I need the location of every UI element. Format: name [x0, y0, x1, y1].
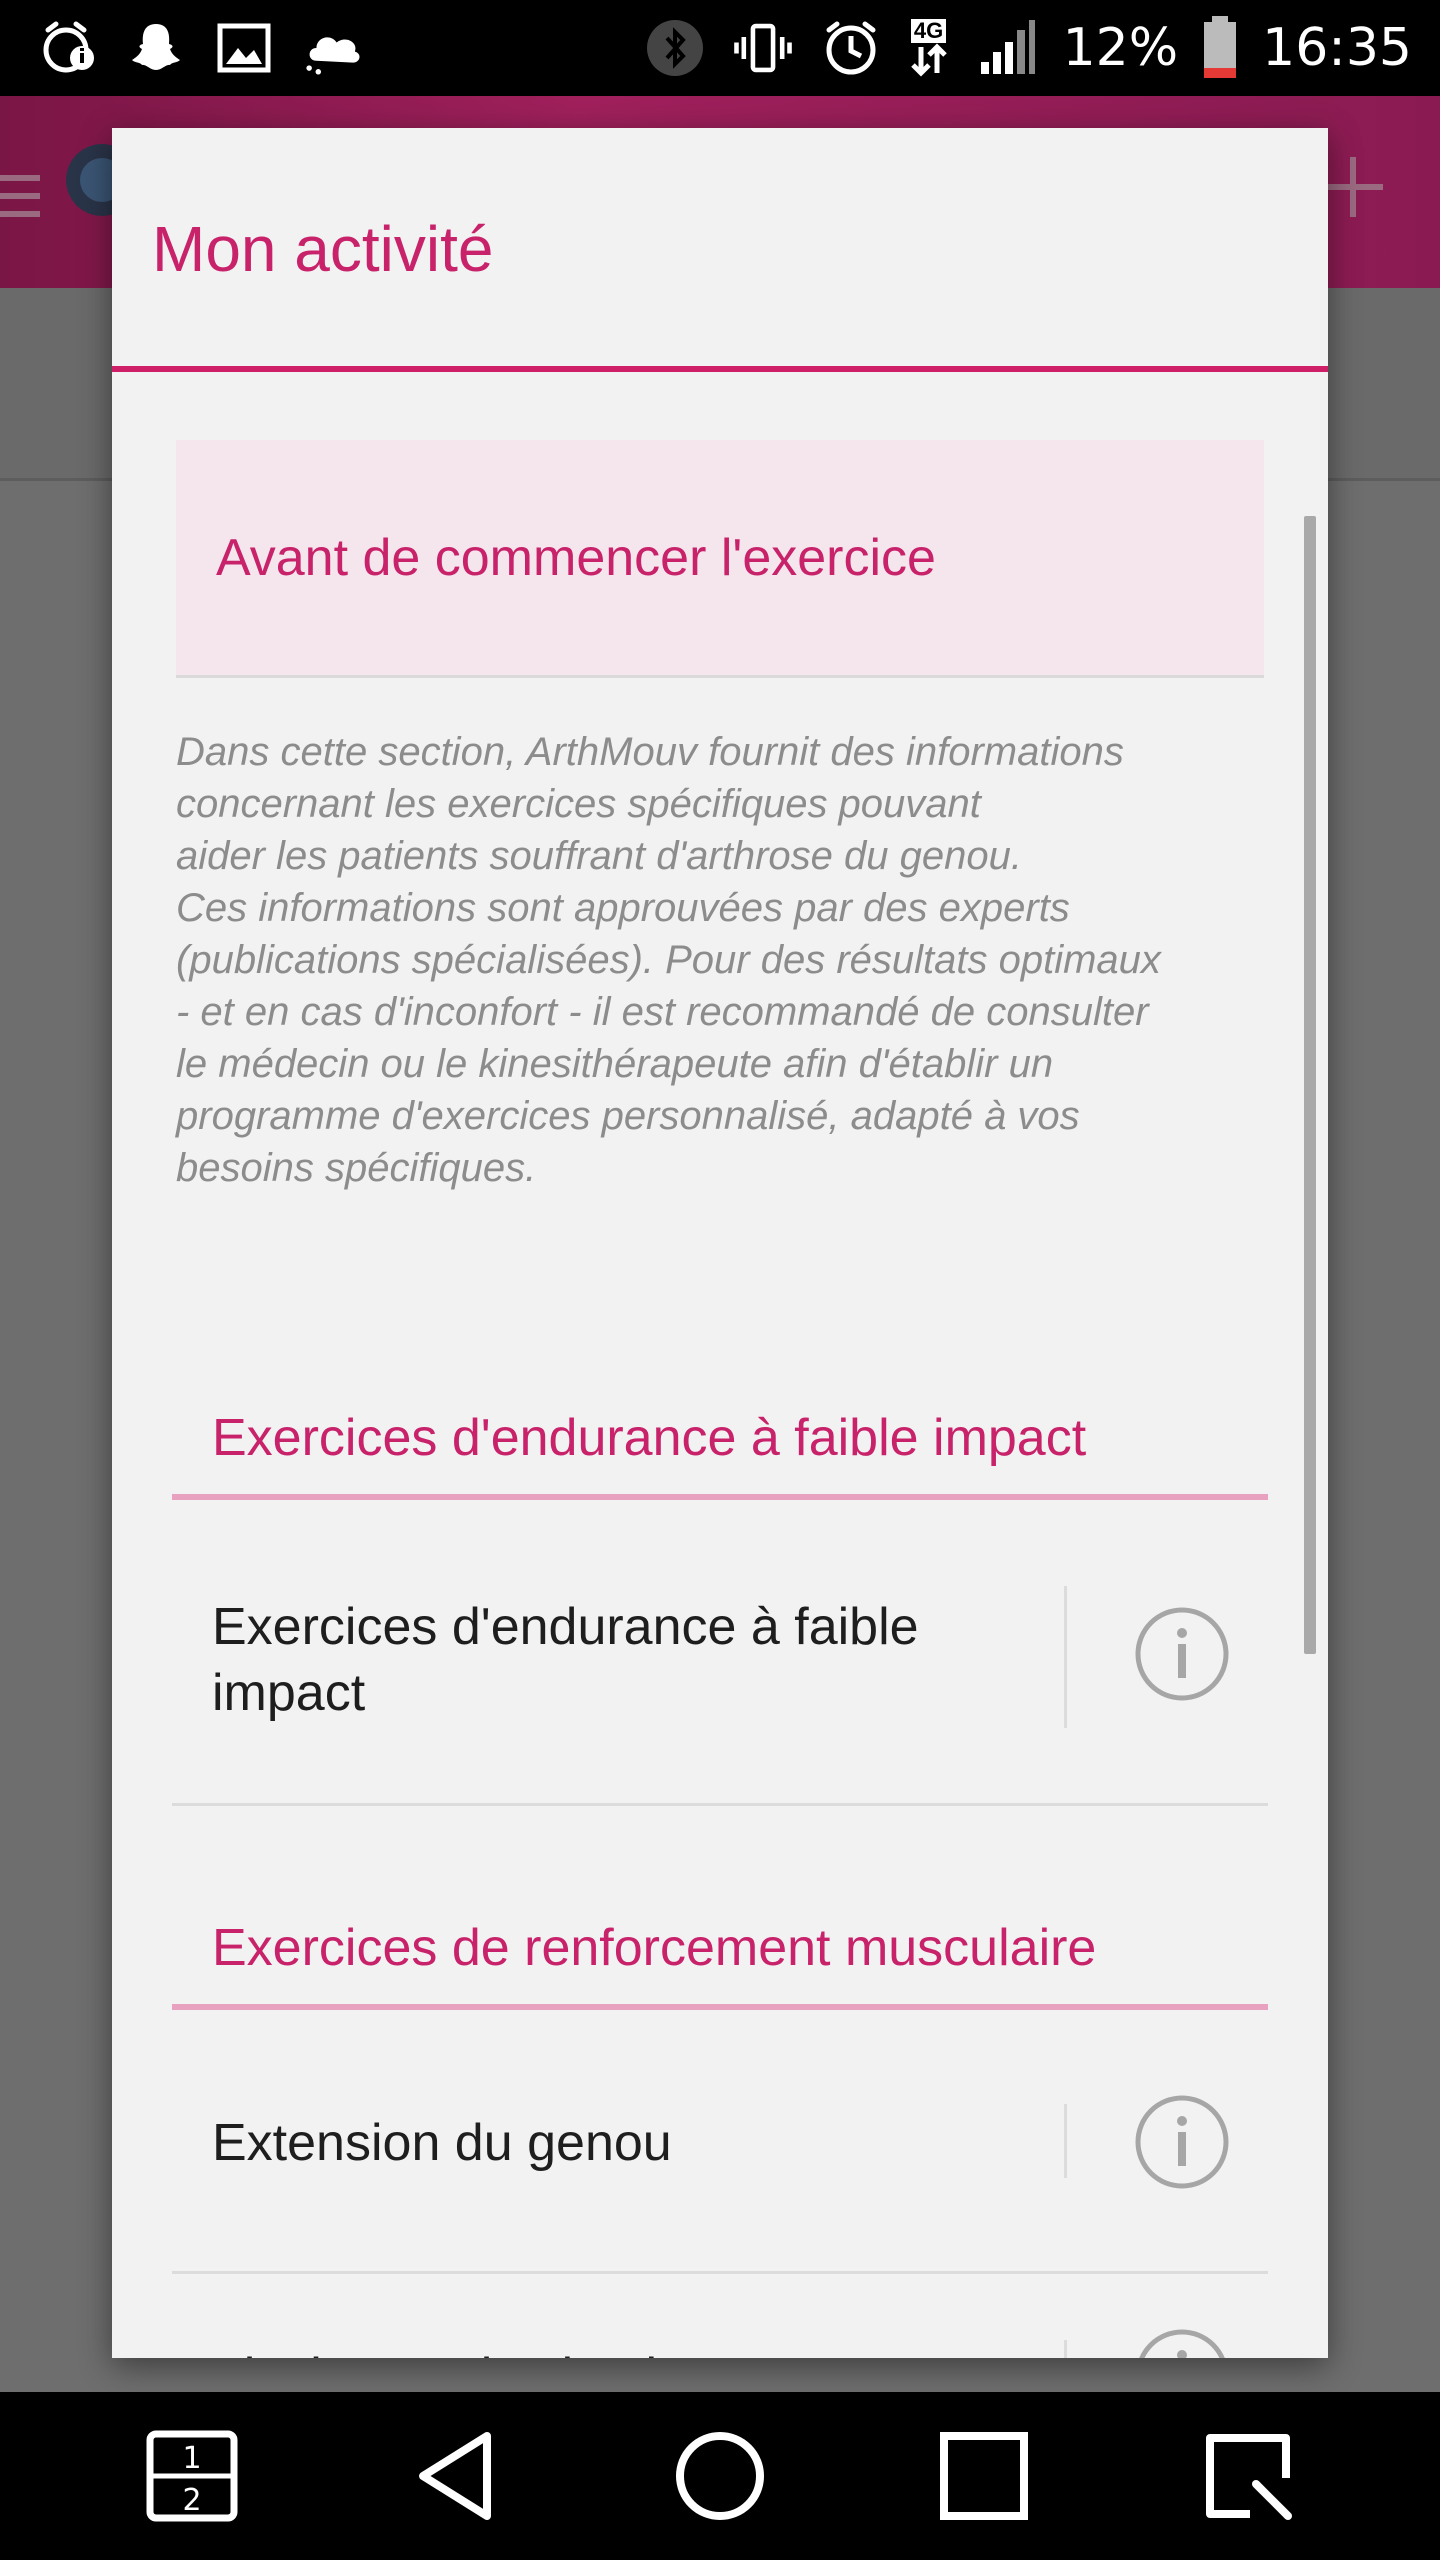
info-icon: [1135, 1607, 1229, 1701]
navigation-bar: 1 2: [0, 2392, 1440, 2560]
dual-window-icon: 1 2: [146, 2430, 238, 2522]
alarm-info-icon: [36, 16, 100, 80]
intro-banner[interactable]: Avant de commencer l'exercice: [176, 440, 1264, 678]
intro-banner-label: Avant de commencer l'exercice: [216, 528, 936, 587]
weather-icon: [300, 16, 364, 80]
data-arrows-icon: 4G: [907, 16, 951, 80]
battery-percent: 12%: [1062, 18, 1179, 78]
section-label: Exercices d'endurance à faible impact: [212, 1409, 1087, 1467]
activity-dialog: Mon activité Avant de commencer l'exerci…: [112, 128, 1328, 2358]
section-header-endurance: Exercices d'endurance à faible impact: [172, 1382, 1268, 1500]
exercise-name: Exercices d'endurance à faible impact: [212, 1598, 919, 1722]
section-label: Exercices de renforcement musculaire: [212, 1919, 1097, 1977]
info-icon: [1139, 2329, 1225, 2358]
status-bar-notifications: [36, 16, 364, 80]
bluetooth-icon: [643, 16, 707, 80]
dual-window-button[interactable]: 1 2: [137, 2421, 247, 2531]
back-button[interactable]: [401, 2421, 511, 2531]
dialog-title: Mon activité: [152, 213, 494, 285]
intro-description: Dans cette section, ArthMouv fournit des…: [176, 730, 1161, 1190]
signal-icon: [975, 16, 1039, 80]
recents-button[interactable]: [929, 2421, 1039, 2531]
row-divider: [1064, 2104, 1067, 2178]
exercise-name: Flexion sur les jambes: [212, 2344, 992, 2358]
capture-icon: [1206, 2434, 1292, 2520]
status-bar: 4G 12% 16:35: [0, 0, 1440, 96]
snapchat-icon: [124, 16, 188, 80]
info-button[interactable]: [1132, 2326, 1232, 2358]
gallery-icon: [212, 16, 276, 80]
home-button[interactable]: [665, 2421, 775, 2531]
alarm-icon: [819, 16, 883, 80]
vibrate-icon: [731, 16, 795, 80]
row-divider: [1064, 1586, 1067, 1728]
network-badge: 4G: [910, 19, 947, 43]
exercise-row[interactable]: Extension du genou: [172, 2010, 1268, 2274]
capture-button[interactable]: [1193, 2421, 1303, 2531]
exercise-name: Extension du genou: [212, 2114, 672, 2172]
dual-window-top-number: 1: [182, 2441, 201, 2476]
status-bar-system: 4G 12% 16:35: [643, 16, 1412, 80]
menu-icon: [0, 175, 40, 217]
recents-icon: [940, 2432, 1028, 2520]
scrollbar-thumb[interactable]: [1304, 516, 1316, 1654]
info-button[interactable]: [1132, 1604, 1232, 1704]
clock: 16:35: [1262, 18, 1412, 78]
add-icon: [1323, 157, 1383, 217]
exercise-row[interactable]: Flexion sur les jambes: [172, 2274, 1268, 2358]
row-divider: [1064, 2340, 1067, 2358]
home-icon: [676, 2432, 764, 2520]
exercise-row[interactable]: Exercices d'endurance à faible impact: [172, 1500, 1268, 1806]
dialog-header: Mon activité: [112, 128, 1328, 372]
back-icon: [419, 2432, 491, 2520]
info-button[interactable]: [1132, 2092, 1232, 2192]
dual-window-bottom-number: 2: [182, 2483, 201, 2518]
battery-icon: [1202, 16, 1238, 80]
dialog-scroll-area[interactable]: Avant de commencer l'exercice Dans cette…: [112, 372, 1328, 2358]
info-icon: [1135, 2095, 1229, 2189]
section-header-strength: Exercices de renforcement musculaire: [172, 1892, 1268, 2010]
